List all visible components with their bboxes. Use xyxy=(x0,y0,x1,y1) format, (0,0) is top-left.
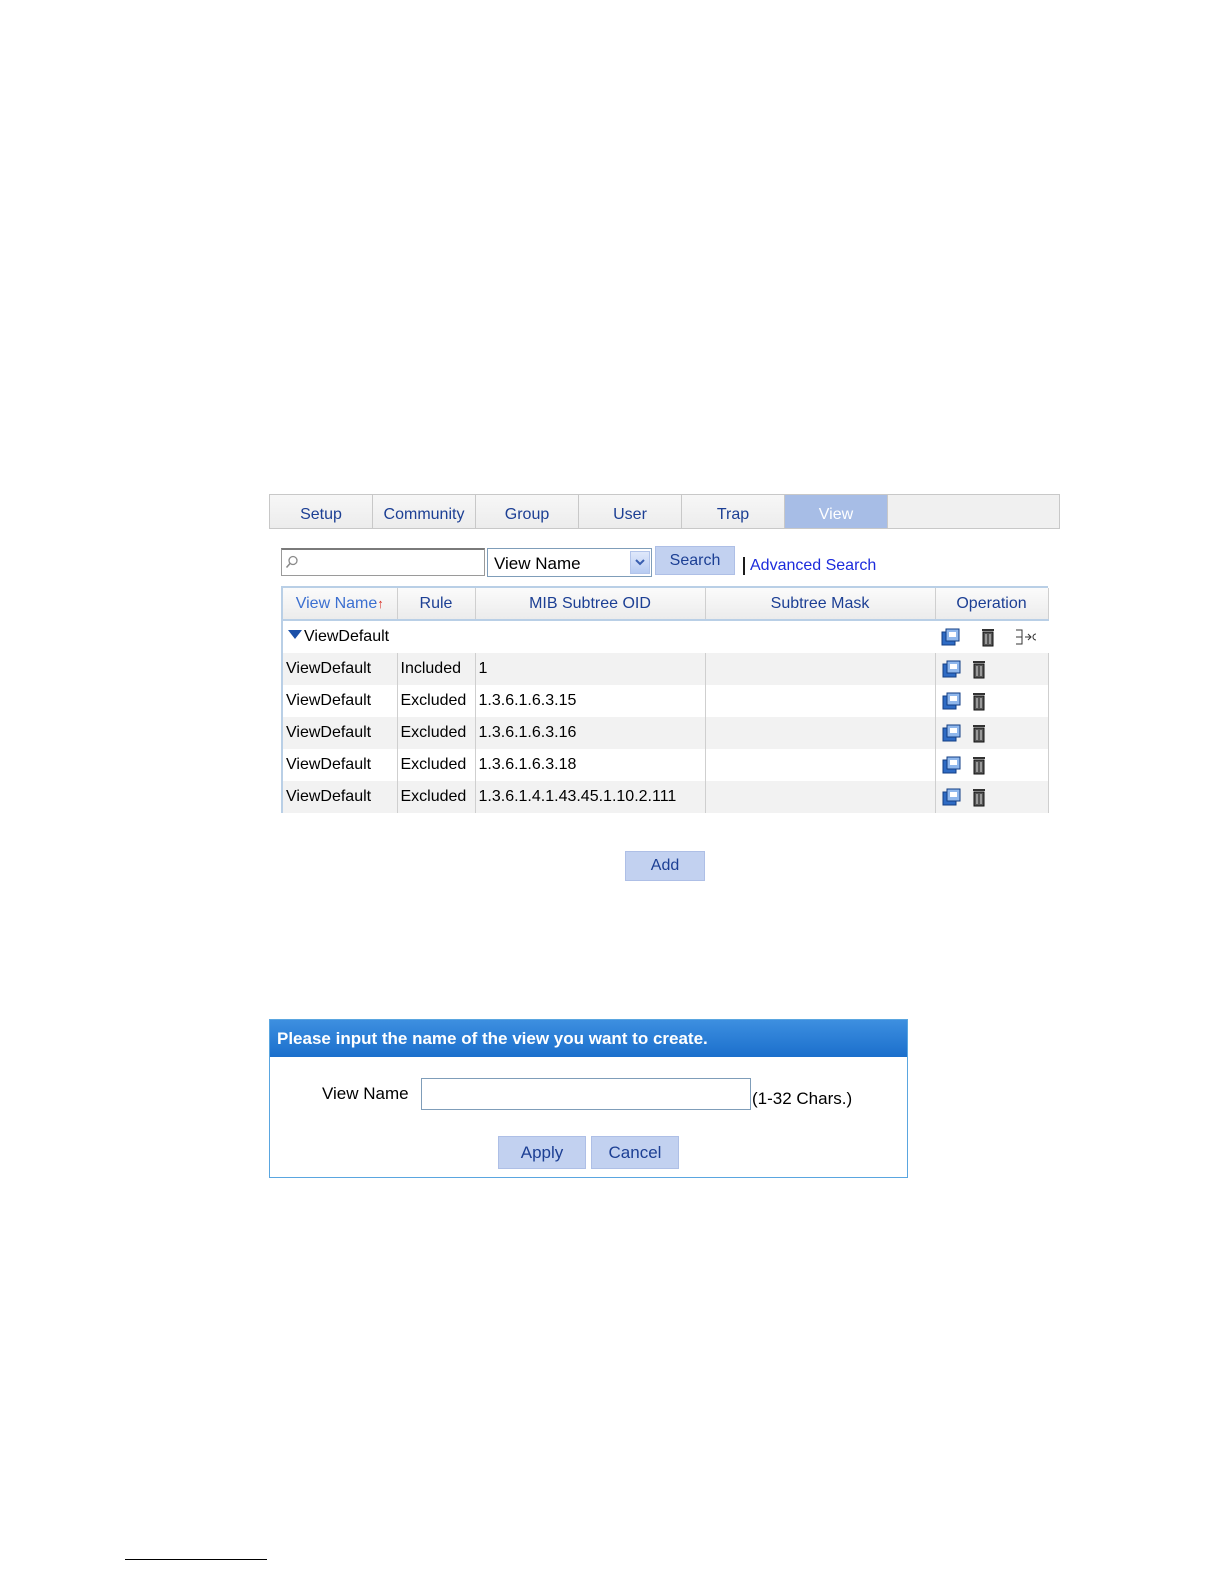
column-header-operation: Operation xyxy=(935,588,1049,621)
advanced-search-link[interactable]: Advanced Search xyxy=(750,557,876,575)
view-name-label: View Name xyxy=(322,1084,409,1103)
edit-icon[interactable] xyxy=(941,691,963,711)
cell-mask xyxy=(705,749,936,781)
cell-mask xyxy=(705,653,936,685)
cell-oid: 1 xyxy=(475,653,706,685)
delete-icon[interactable] xyxy=(971,723,987,743)
cell-oid: 1.3.6.1.4.1.43.45.1.10.2.111 xyxy=(475,781,706,813)
row-operations xyxy=(935,717,1049,749)
tab-community[interactable]: Community xyxy=(373,495,476,528)
column-header-mask[interactable]: Subtree Mask xyxy=(705,588,936,621)
tab-user[interactable]: User xyxy=(579,495,682,528)
separator xyxy=(743,557,745,575)
cell-rule: Included xyxy=(397,653,476,685)
column-header-oid[interactable]: MIB Subtree OID xyxy=(475,588,706,621)
row-operations xyxy=(935,749,1049,781)
search-input[interactable] xyxy=(302,552,484,574)
view-name-input[interactable] xyxy=(421,1078,751,1110)
add-rule-icon[interactable] xyxy=(1014,627,1038,647)
dialog-title: Please input the name of the view you wa… xyxy=(270,1020,907,1057)
table-row: ViewDefault Excluded 1.3.6.1.6.3.15 xyxy=(283,685,1049,717)
group-label: ViewDefault xyxy=(304,628,390,645)
cell-mask xyxy=(705,685,936,717)
cell-rule: Excluded xyxy=(397,685,476,717)
tab-trap[interactable]: Trap xyxy=(682,495,785,528)
delete-icon[interactable] xyxy=(971,691,987,711)
delete-icon[interactable] xyxy=(971,787,987,807)
delete-icon[interactable] xyxy=(980,627,996,647)
view-table: View Name↑ Rule MIB Subtree OID Subtree … xyxy=(281,586,1049,813)
tab-bar-filler xyxy=(888,495,1059,528)
collapse-triangle-icon[interactable] xyxy=(288,630,302,640)
cell-oid: 1.3.6.1.6.3.18 xyxy=(475,749,706,781)
footnote-rule xyxy=(125,1559,267,1560)
add-button[interactable]: Add xyxy=(625,851,705,881)
tab-bar: Setup Community Group User Trap View xyxy=(269,494,1060,529)
tab-setup[interactable]: Setup xyxy=(270,495,373,528)
cancel-button[interactable]: Cancel xyxy=(591,1136,679,1169)
edit-icon[interactable] xyxy=(940,627,962,647)
search-box xyxy=(281,548,485,576)
column-header-label: View Name xyxy=(295,594,378,612)
search-button[interactable]: Search xyxy=(655,546,735,575)
cell-mask xyxy=(705,717,936,749)
edit-icon[interactable] xyxy=(941,659,963,679)
delete-icon[interactable] xyxy=(971,659,987,679)
apply-button[interactable]: Apply xyxy=(498,1136,586,1169)
row-operations xyxy=(935,781,1049,813)
cell-oid: 1.3.6.1.6.3.16 xyxy=(475,717,706,749)
edit-icon[interactable] xyxy=(941,787,963,807)
cell-view-name: ViewDefault xyxy=(283,749,398,781)
delete-icon[interactable] xyxy=(971,755,987,775)
cell-rule: Excluded xyxy=(397,781,476,813)
tab-group[interactable]: Group xyxy=(476,495,579,528)
cell-mask xyxy=(705,781,936,813)
table-row: ViewDefault Excluded 1.3.6.1.4.1.43.45.1… xyxy=(283,781,1049,813)
row-operations xyxy=(935,685,1049,717)
search-field-value: View Name xyxy=(494,554,581,573)
magnifier-icon xyxy=(285,555,298,569)
cell-view-name: ViewDefault xyxy=(283,781,398,813)
cell-oid: 1.3.6.1.6.3.15 xyxy=(475,685,706,717)
cell-view-name: ViewDefault xyxy=(283,717,398,749)
edit-icon[interactable] xyxy=(941,755,963,775)
sort-ascending-icon: ↑ xyxy=(377,595,384,611)
cell-view-name: ViewDefault xyxy=(283,653,398,685)
tab-view[interactable]: View xyxy=(785,495,888,528)
group-row: ViewDefault xyxy=(283,620,1048,653)
column-header-view-name[interactable]: View Name↑ xyxy=(283,588,398,621)
group-cell: ViewDefault xyxy=(283,620,935,653)
table-row: ViewDefault Included 1 xyxy=(283,653,1049,685)
table-row: ViewDefault Excluded 1.3.6.1.6.3.18 xyxy=(283,749,1049,781)
cell-rule: Excluded xyxy=(397,749,476,781)
column-header-rule[interactable]: Rule xyxy=(397,588,476,621)
table-row: ViewDefault Excluded 1.3.6.1.6.3.16 xyxy=(283,717,1049,749)
search-field-select[interactable]: View Name xyxy=(487,548,652,577)
cell-view-name: ViewDefault xyxy=(283,685,398,717)
cell-rule: Excluded xyxy=(397,717,476,749)
row-operations xyxy=(935,653,1049,685)
group-operations xyxy=(935,620,1048,653)
edit-icon[interactable] xyxy=(941,723,963,743)
view-name-hint: (1-32 Chars.) xyxy=(752,1089,853,1108)
chevron-down-icon[interactable] xyxy=(630,551,650,574)
